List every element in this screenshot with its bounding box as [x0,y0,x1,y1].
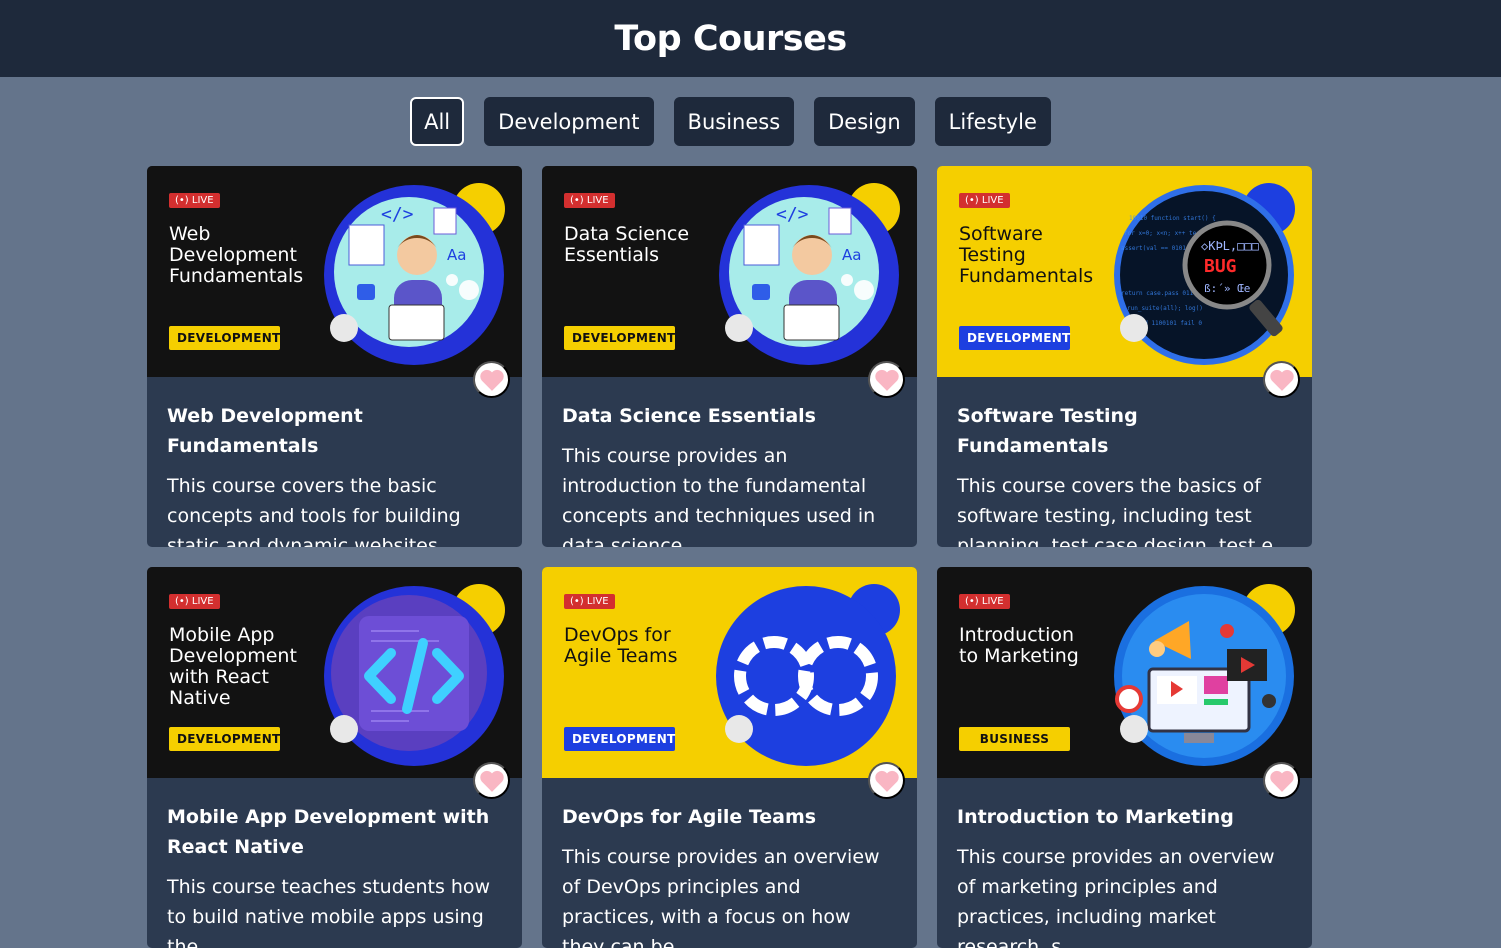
course-card[interactable]: (•) LIVE DevOps for Agile Teams DEVELOPM… [542,567,917,948]
live-badge: (•) LIVE [169,193,220,208]
thumbnail-title: DevOps for Agile Teams [564,624,678,667]
heart-icon [479,369,504,391]
category-badge: DEVELOPMENT [169,326,280,350]
svg-text:10010 function start() {: 10010 function start() { [1129,215,1216,222]
live-badge: (•) LIVE [959,594,1010,609]
live-badge: (•) LIVE [564,193,615,208]
decorative-dot [330,715,358,743]
favorite-button[interactable] [473,762,510,799]
decorative-dot [1120,314,1148,342]
heart-icon [1269,770,1294,792]
course-description: This course provides an overview of DevO… [562,846,880,948]
favorite-button[interactable] [1263,762,1300,799]
card-body: Web Development Fundamentals This course… [147,377,522,547]
category-badge: DEVELOPMENT [564,727,675,751]
course-description: This course provides an overview of mark… [957,846,1275,948]
live-badge: (•) LIVE [169,594,220,609]
svg-text:Aa: Aa [447,246,466,264]
course-title[interactable]: Mobile App Development with React Native [167,802,502,862]
course-thumbnail: (•) LIVE DevOps for Agile Teams DEVELOPM… [542,567,917,778]
course-card[interactable]: (•) LIVE Mobile App Development with Rea… [147,567,522,948]
category-badge: BUSINESS [959,727,1070,751]
course-thumbnail: (•) LIVE Software Testing Fundamentals D… [937,166,1312,377]
course-title[interactable]: DevOps for Agile Teams [562,802,897,832]
page-title: Top Courses [614,18,847,59]
svg-text:run_suite(all); log(): run_suite(all); log() [1127,305,1203,312]
course-grid: (•) LIVE Web Development Fundamentals DE… [147,166,1312,948]
heart-icon [1269,369,1294,391]
filter-lifestyle-button[interactable]: Lifestyle [934,97,1051,146]
svg-text:ß:´» Œe: ß:´» Œe [1204,282,1250,295]
live-badge: (•) LIVE [564,594,615,609]
filter-design-button[interactable]: Design [814,97,915,146]
course-card[interactable]: (•) LIVE Introduction to Marketing BUSIN… [937,567,1312,948]
course-card[interactable]: (•) LIVE Data Science Essentials DEVELOP… [542,166,917,547]
svg-text:return case.pass 0110: return case.pass 0110 [1121,290,1197,297]
course-title[interactable]: Software Testing Fundamentals [957,401,1292,461]
course-thumbnail: (•) LIVE Data Science Essentials DEVELOP… [542,166,917,377]
decorative-dot [725,314,753,342]
course-card[interactable]: (•) LIVE Web Development Fundamentals DE… [147,166,522,547]
thumbnail-title: Software Testing Fundamentals [959,223,1094,287]
filter-development-button[interactable]: Development [484,97,654,146]
category-filters: All Development Business Design Lifestyl… [0,97,1501,146]
svg-text:Aa: Aa [842,246,861,264]
course-description: This course covers the basics of softwar… [957,475,1292,547]
heart-icon [874,369,899,391]
card-body: Software Testing Fundamentals This cours… [937,377,1312,547]
card-body: DevOps for Agile Teams This course provi… [542,778,917,948]
live-badge: (•) LIVE [959,193,1010,208]
category-badge: DEVELOPMENT [959,326,1070,350]
favorite-button[interactable] [868,361,905,398]
filter-all-button[interactable]: All [410,97,465,146]
heart-icon [874,770,899,792]
card-body: Mobile App Development with React Native… [147,778,522,948]
thumbnail-title: Introduction to Marketing [959,624,1079,667]
thumbnail-title: Web Development Fundamentals [169,223,304,287]
thumbnail-title: Data Science Essentials [564,223,690,266]
course-title[interactable]: Web Development Fundamentals [167,401,502,461]
favorite-button[interactable] [1263,361,1300,398]
course-title[interactable]: Data Science Essentials [562,401,897,431]
svg-text:◇KÞL,□□□: ◇KÞL,□□□ [1201,239,1259,253]
decorative-dot [725,715,753,743]
category-badge: DEVELOPMENT [169,727,280,751]
course-thumbnail: (•) LIVE Mobile App Development with Rea… [147,567,522,778]
course-description: This course covers the basic concepts an… [167,475,461,547]
course-card[interactable]: (•) LIVE Software Testing Fundamentals D… [937,166,1312,547]
svg-text:</>: </> [381,204,414,225]
card-body: Data Science Essentials This course prov… [542,377,917,547]
course-thumbnail: (•) LIVE Web Development Fundamentals DE… [147,166,522,377]
heart-icon [479,770,504,792]
decorative-dot [330,314,358,342]
svg-text:BUG: BUG [1204,256,1237,277]
decorative-dot [1120,715,1148,743]
svg-text:</>: </> [776,204,809,225]
course-title[interactable]: Introduction to Marketing [957,802,1292,832]
card-body: Introduction to Marketing This course pr… [937,778,1312,948]
course-description: This course provides an introduction to … [562,445,876,547]
thumbnail-title: Mobile App Development with React Native [169,624,297,709]
course-description: This course teaches students how to buil… [167,876,491,948]
category-badge: DEVELOPMENT [564,326,675,350]
favorite-button[interactable] [868,762,905,799]
course-thumbnail: (•) LIVE Introduction to Marketing BUSIN… [937,567,1312,778]
filter-business-button[interactable]: Business [673,97,795,146]
page-header: Top Courses [0,0,1501,77]
favorite-button[interactable] [473,361,510,398]
